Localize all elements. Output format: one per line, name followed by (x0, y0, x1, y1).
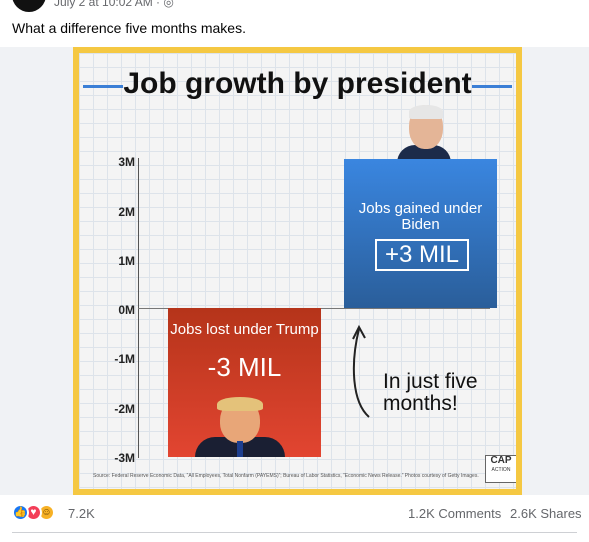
bar-biden: Jobs gained under Biden +3 MIL (344, 159, 497, 308)
y-tick-label: 3M (118, 155, 135, 169)
y-tick-label: 2M (118, 205, 135, 219)
post-image[interactable]: Job growth by president 3M 2M 1M 0M -1M … (0, 47, 589, 495)
globe-icon: ◎ (163, 0, 174, 9)
chart-title: Job growth by president (123, 67, 472, 100)
post-text: What a difference five months makes. (12, 20, 246, 36)
trump-photo-tie (237, 441, 243, 457)
annotation-line: months! (383, 392, 458, 416)
curved-arrow-icon (352, 324, 370, 418)
biden-photo-hair (409, 105, 443, 119)
trump-bar-value: -3 MIL (207, 352, 282, 382)
logo-main: CAP (490, 455, 512, 466)
biden-bar-value: +3 MIL (375, 239, 469, 271)
shares-count[interactable]: 2.6K Shares (510, 506, 582, 521)
y-tick-label: 1M (118, 254, 135, 268)
page-avatar[interactable] (12, 0, 46, 12)
y-tick-label: -3M (114, 451, 135, 465)
trump-photo-hair (217, 397, 263, 411)
infographic: Job growth by president 3M 2M 1M 0M -1M … (79, 53, 516, 489)
y-tick-label: -2M (114, 402, 135, 416)
infographic-frame: Job growth by president 3M 2M 1M 0M -1M … (73, 47, 522, 495)
cap-action-logo: CAP ACTION (485, 455, 516, 483)
source-note: Source: Federal Reserve Economic Data, “… (93, 473, 479, 479)
biden-bar-label: Jobs gained under Biden (358, 200, 483, 233)
y-tick-label: -1M (114, 352, 135, 366)
post-timestamp[interactable]: July 2 at 10:02 AM · ◎ (54, 0, 174, 9)
annotation-line: In just five (383, 370, 478, 393)
post-header: July 2 at 10:02 AM · ◎ (0, 0, 589, 14)
like-reaction-icon: 👍 (12, 504, 29, 521)
reactions-count[interactable]: 7.2K (68, 506, 95, 521)
trump-bar-label: Jobs lost under Trump (170, 321, 319, 338)
post-footer: 👍 ♥ ☺ 7.2K 1.2K Comments 2.6K Shares (0, 503, 589, 525)
footer-divider (12, 532, 577, 533)
comments-count[interactable]: 1.2K Comments (408, 506, 501, 521)
logo-sub: ACTION (491, 467, 511, 473)
y-tick-label: 0M (118, 303, 135, 317)
annotation: In just five months! (383, 370, 478, 416)
